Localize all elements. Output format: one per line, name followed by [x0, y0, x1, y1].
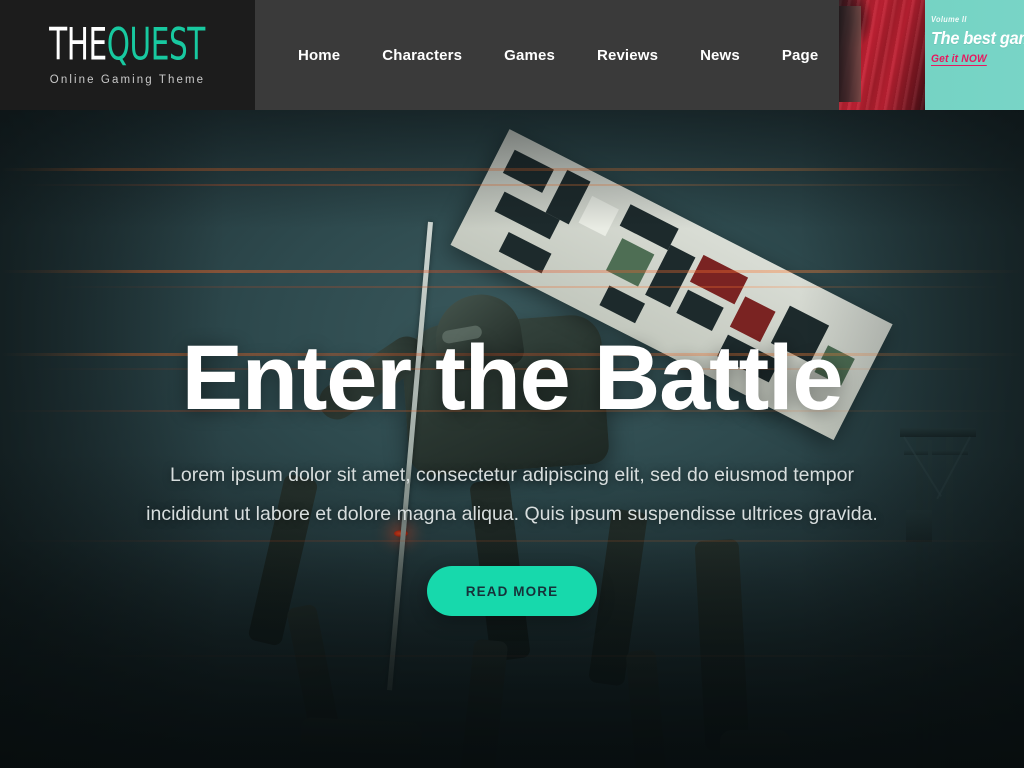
- promo-text-group: Volume II The best gaming collection Get…: [931, 14, 1024, 67]
- nav-item-page[interactable]: Page: [761, 41, 839, 70]
- hero-section: Enter the Battle Lorem ipsum dolor sit a…: [0, 110, 1024, 768]
- promo-headline: The best gaming collection: [931, 28, 1024, 48]
- hero-title: Enter the Battle: [181, 327, 844, 429]
- promo-banner[interactable]: Volume II The best gaming collection Get…: [839, 0, 1024, 110]
- promo-volume-label: Volume II: [931, 15, 968, 24]
- logo-text-quest: Quest: [107, 18, 206, 71]
- logo-text-the: The: [49, 18, 108, 71]
- logo-wordmark: TheQuest: [50, 22, 206, 67]
- hero-content: Enter the Battle Lorem ipsum dolor sit a…: [0, 110, 1024, 768]
- page-root: TheQuest Online Gaming Theme Home Charac…: [0, 0, 1024, 768]
- nav-item-games[interactable]: Games: [483, 41, 576, 70]
- site-header: TheQuest Online Gaming Theme Home Charac…: [0, 0, 1024, 110]
- hero-subtitle: Lorem ipsum dolor sit amet, consectetur …: [146, 464, 878, 525]
- main-navigation: Home Characters Games Reviews News Page: [255, 0, 839, 110]
- promo-character-face: [839, 6, 862, 102]
- promo-cta-link[interactable]: Get it NOW: [931, 53, 988, 66]
- nav-item-home[interactable]: Home: [277, 41, 361, 70]
- read-more-button[interactable]: READ MORE: [427, 566, 597, 616]
- site-logo[interactable]: TheQuest Online Gaming Theme: [0, 0, 255, 110]
- nav-item-news[interactable]: News: [679, 41, 761, 70]
- nav-item-characters[interactable]: Characters: [361, 41, 483, 70]
- nav-item-reviews[interactable]: Reviews: [576, 41, 679, 70]
- logo-tagline: Online Gaming Theme: [49, 73, 206, 86]
